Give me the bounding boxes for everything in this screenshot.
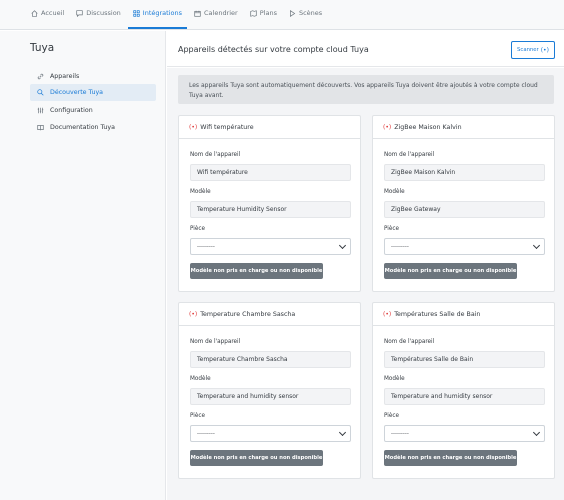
device-room-select[interactable]: --------- [384,425,545,442]
device-name-field[interactable]: ZigBee Maison Kalvin [384,164,545,181]
sidebar-item-appareils[interactable]: Appareils [30,68,156,85]
play-icon [290,9,296,17]
device-room-select[interactable]: --------- [190,238,351,255]
main-header: Appareils détectés sur votre compte clou… [167,31,564,67]
device-card-title: ZigBee Maison Kalvin [394,123,462,131]
device-model-field[interactable]: Temperature and humidity sensor [190,388,351,405]
sidebar-item-label: Configuration [50,107,93,114]
sidebar-item-documentation[interactable]: Documentation Tuya [30,119,156,136]
broadcast-icon: (•) [189,310,198,318]
room-select-value: --------- [391,430,409,437]
device-room-select[interactable]: --------- [384,238,545,255]
sidebar-item-label: Découverte Tuya [50,89,104,96]
chevron-down-icon [338,241,347,250]
tab-plans[interactable]: Plans [245,0,282,29]
device-name-label: Nom de l'appareil [384,339,435,345]
device-model-field[interactable]: Temperature Humidity Sensor [190,201,351,218]
unsupported-model-button[interactable]: Modèle non pris en charge ou non disponi… [190,263,323,279]
search-icon [37,89,44,96]
unsupported-model-button[interactable]: Modèle non pris en charge ou non disponi… [384,263,517,279]
device-name-field[interactable]: Wifi température [190,164,351,181]
map-icon [250,9,257,17]
book-icon [37,125,44,131]
device-model-label: Modèle [190,189,211,195]
tab-label: Discussion [86,9,121,17]
chevron-down-icon [532,428,541,437]
device-card-header: (•) ZigBee Maison Kalvin [373,116,554,139]
tab-scenes[interactable]: Scènes [284,0,327,29]
device-card-header: (•) Temperature Chambre Sascha [179,303,360,326]
room-select-value: --------- [197,430,215,437]
broadcast-icon: (•) [540,46,549,54]
tab-calendrier[interactable]: Calendrier [189,0,243,29]
device-card: (•) Températures Salle de Bain Nom de l'… [372,302,555,479]
device-room-label: Pièce [384,226,400,232]
tab-label: Intégrations [142,9,182,17]
tab-label: Plans [259,9,277,17]
info-alert: Les appareils Tuya sont automatiquement … [178,75,554,104]
sidebar: Tuya Appareils Découverte Tuya Configura… [0,31,166,500]
unsupported-model-button[interactable]: Modèle non pris en charge ou non disponi… [384,450,517,466]
chevron-down-icon [532,241,541,250]
calendar-icon [194,10,201,17]
device-room-label: Pièce [384,413,400,419]
device-card-title: Temperature Chambre Sascha [200,310,296,318]
scan-button[interactable]: Scanner (•) [511,41,555,59]
tab-label: Scènes [298,9,323,17]
broadcast-icon: (•) [383,310,392,318]
tab-label: Accueil [41,9,65,17]
home-icon [31,9,38,17]
link-icon [37,73,44,80]
chat-icon [76,9,83,17]
grid-icon [133,9,140,17]
page-title: Appareils détectés sur votre compte clou… [178,45,369,54]
device-room-select[interactable]: --------- [190,425,351,442]
device-model-field[interactable]: ZigBee Gateway [384,201,545,218]
device-model-label: Modèle [190,376,211,382]
broadcast-icon: (•) [383,123,392,131]
sidebar-item-label: Documentation Tuya [50,124,116,131]
room-select-value: --------- [391,243,409,250]
device-model-label: Modèle [384,376,405,382]
device-model-field[interactable]: Temperature and humidity sensor [384,388,545,405]
sidebar-item-configuration[interactable]: Configuration [30,102,156,119]
device-name-field[interactable]: Temperature Chambre Sascha [190,351,351,368]
device-card-title: Températures Salle de Bain [394,310,481,318]
unsupported-model-button[interactable]: Modèle non pris en charge ou non disponi… [190,450,323,466]
device-card: (•) ZigBee Maison Kalvin Nom de l'appare… [372,115,555,292]
room-select-value: --------- [197,243,215,250]
sidebar-item-label: Appareils [50,73,80,80]
device-name-field[interactable]: Températures Salle de Bain [384,351,545,368]
tab-discussion[interactable]: Discussion [71,0,126,29]
top-navigation: Accueil Discussion Intégrations Calendri… [0,0,564,30]
device-card: (•) Temperature Chambre Sascha Nom de l'… [178,302,361,479]
device-card: (•) Wifi température Nom de l'appareil W… [178,115,361,292]
device-room-label: Pièce [190,413,206,419]
tab-integrations[interactable]: Intégrations [127,0,187,29]
device-name-label: Nom de l'appareil [190,339,241,345]
device-name-label: Nom de l'appareil [384,152,435,158]
main-content: Les appareils Tuya sont automatiquement … [167,68,564,500]
sliders-icon [37,107,44,114]
device-card-title: Wifi température [200,123,254,131]
broadcast-icon: (•) [189,123,198,131]
device-model-label: Modèle [384,189,405,195]
scan-button-label: Scanner [517,47,539,53]
device-name-label: Nom de l'appareil [190,152,241,158]
chevron-down-icon [338,428,347,437]
tab-accueil[interactable]: Accueil [26,0,69,29]
device-card-header: (•) Wifi température [179,116,360,139]
device-room-label: Pièce [190,226,206,232]
sidebar-item-decouverte[interactable]: Découverte Tuya [30,84,156,101]
sidebar-title: Tuya [30,42,55,54]
device-card-header: (•) Températures Salle de Bain [373,303,554,326]
tab-label: Calendrier [204,9,238,17]
